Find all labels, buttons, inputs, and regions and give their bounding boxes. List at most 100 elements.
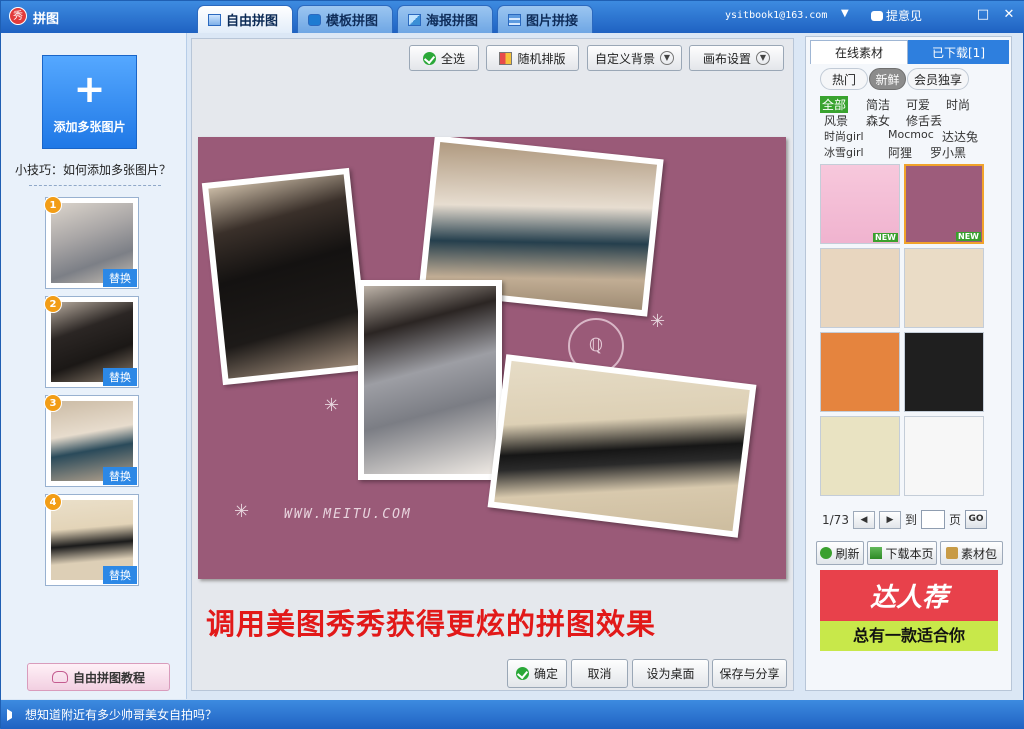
- title-bar: 秀 拼图 自由拼图 模板拼图 海报拼图 图片拼接 ysitbook1@163.c…: [1, 1, 1024, 33]
- close-button[interactable]: ✕: [999, 6, 1019, 24]
- material-tile[interactable]: [820, 248, 900, 328]
- workspace: 全选 随机排版 自定义背景 ▼ 画布设置 ▼ ✳ ✳ ✳ ℚ WWW.MEITU…: [191, 38, 794, 691]
- tab-online-materials[interactable]: 在线素材: [810, 40, 908, 64]
- material-tile[interactable]: [820, 332, 900, 412]
- collage-photo-coat[interactable]: [201, 167, 371, 386]
- image-thumbnail[interactable]: 2 替换: [44, 295, 139, 388]
- random-layout-button[interactable]: 随机排版: [486, 45, 579, 71]
- material-tile-selected[interactable]: NEW: [904, 164, 984, 244]
- status-bar: 想知道附近有多少帅哥美女自拍吗？: [1, 700, 1024, 729]
- category-item[interactable]: 阿狸: [888, 144, 912, 161]
- next-page-icon[interactable]: ▶: [878, 510, 901, 529]
- tab-template-collage[interactable]: 模板拼图: [297, 5, 394, 33]
- material-tile[interactable]: [904, 332, 984, 412]
- refresh-icon: [820, 547, 833, 559]
- category-item[interactable]: 可爱: [906, 96, 930, 113]
- pager: 1/73 ◀ ▶ 到 页 GO: [822, 510, 987, 529]
- collage-photo-tall-boots[interactable]: [487, 354, 757, 538]
- category-item[interactable]: Mocmoc: [888, 128, 934, 141]
- tab-label: 自由拼图: [226, 14, 279, 29]
- tab-free-collage[interactable]: 自由拼图: [197, 5, 294, 33]
- chevron-down-icon: ▼: [660, 51, 674, 65]
- category-item[interactable]: 森女: [866, 112, 890, 129]
- confirm-label: 确定: [533, 667, 558, 681]
- prev-page-icon[interactable]: ◀: [852, 510, 875, 529]
- free-collage-icon: [208, 13, 221, 26]
- tab-label: 图片拼接: [526, 14, 579, 29]
- tab-image-stitch[interactable]: 图片拼接: [497, 5, 594, 33]
- refresh-button[interactable]: 刷新: [816, 541, 864, 565]
- category-item[interactable]: 罗小黑: [930, 144, 966, 161]
- chevron-down-icon: ▼: [756, 51, 770, 65]
- set-desktop-button[interactable]: 设为桌面: [632, 659, 709, 688]
- add-images-button[interactable]: + 添加多张图片: [42, 55, 137, 149]
- promo-text[interactable]: 调用美图秀秀获得更炫的拼图效果: [206, 601, 656, 643]
- ad-banner[interactable]: 达人荐 总有一款适合你: [820, 570, 998, 651]
- plus-icon: +: [73, 67, 106, 111]
- filter-members[interactable]: 会员独享: [907, 68, 969, 90]
- material-tile[interactable]: [904, 248, 984, 328]
- material-tile[interactable]: [904, 416, 984, 496]
- custom-background-dropdown[interactable]: 自定义背景 ▼: [587, 45, 682, 71]
- user-email[interactable]: ysitbook1@163.com: [725, 10, 827, 21]
- tutorial-label: 自由拼图教程: [72, 670, 145, 685]
- image-stitch-icon: [508, 13, 522, 26]
- category-item[interactable]: 简洁: [866, 96, 890, 113]
- refresh-label: 刷新: [835, 546, 860, 561]
- select-all-button[interactable]: 全选: [409, 45, 479, 71]
- collage-canvas[interactable]: ✳ ✳ ✳ ℚ WWW.MEITU.COM: [198, 137, 786, 579]
- material-tile[interactable]: [820, 416, 900, 496]
- template-collage-icon: [308, 13, 322, 26]
- cancel-button[interactable]: 取消: [571, 659, 628, 688]
- sparkle-decoration: ✳: [324, 395, 340, 416]
- tutorial-button[interactable]: 自由拼图教程: [27, 663, 170, 691]
- canvas-settings-dropdown[interactable]: 画布设置 ▼: [689, 45, 784, 71]
- category-item[interactable]: 达达兔: [942, 128, 978, 145]
- replace-button[interactable]: 替换: [103, 269, 137, 287]
- filter-hot[interactable]: 热门: [820, 68, 868, 90]
- new-badge: NEW: [873, 233, 898, 242]
- filter-fresh[interactable]: 新鲜: [869, 68, 906, 90]
- image-thumbnail[interactable]: 1 替换: [44, 196, 139, 289]
- custom-background-label: 自定义背景: [594, 51, 655, 66]
- image-thumbnail[interactable]: 3 替换: [44, 394, 139, 487]
- replace-button[interactable]: 替换: [103, 566, 137, 584]
- tab-downloaded[interactable]: 已下载[1]: [908, 40, 1009, 64]
- new-badge: NEW: [956, 232, 981, 241]
- thumbnail-number: 4: [44, 493, 62, 511]
- replace-button[interactable]: 替换: [103, 467, 137, 485]
- image-thumbnail[interactable]: 4 替换: [44, 493, 139, 586]
- speaker-icon: [7, 708, 19, 721]
- material-grid: NEW NEW: [820, 164, 988, 502]
- user-menu-caret-icon[interactable]: ▼: [841, 8, 849, 19]
- random-layout-icon: [499, 51, 513, 65]
- feedback-label: 提意见: [886, 9, 923, 23]
- package-icon: [945, 547, 958, 559]
- material-pack-button[interactable]: 素材包: [940, 541, 1003, 565]
- collage-photo-jacket[interactable]: [358, 280, 502, 480]
- category-item[interactable]: 冰雪girl: [824, 144, 864, 160]
- category-item[interactable]: 风景: [824, 112, 848, 129]
- materials-panel: 在线素材 已下载[1] 热门 新鲜 会员独享 全部 简洁 可爱 时尚 风景 森女…: [805, 36, 1012, 691]
- go-button[interactable]: GO: [964, 510, 987, 529]
- check-icon: [422, 51, 436, 65]
- category-all[interactable]: 全部: [820, 96, 849, 113]
- photo-image: [364, 286, 496, 474]
- photo-image: [208, 174, 364, 379]
- tab-poster-collage[interactable]: 海报拼图: [397, 5, 494, 33]
- tab-label: 海报拼图: [426, 14, 479, 29]
- save-share-button[interactable]: 保存与分享: [712, 659, 787, 688]
- download-page-button[interactable]: 下载本页: [867, 541, 937, 565]
- status-message[interactable]: 想知道附近有多少帅哥美女自拍吗？: [25, 706, 217, 723]
- confirm-button[interactable]: 确定: [507, 659, 567, 688]
- category-item[interactable]: 修舌丢: [906, 112, 942, 129]
- sparkle-decoration: ✳: [650, 311, 666, 332]
- category-item[interactable]: 时尚girl: [824, 128, 864, 144]
- material-tile[interactable]: NEW: [820, 164, 900, 244]
- tip-link[interactable]: 小技巧：如何添加多张图片？: [15, 161, 171, 178]
- page-input[interactable]: [920, 510, 945, 529]
- restore-button[interactable]: □: [973, 6, 993, 24]
- feedback-button[interactable]: 提意见: [871, 7, 922, 24]
- category-item[interactable]: 时尚: [946, 96, 970, 113]
- replace-button[interactable]: 替换: [103, 368, 137, 386]
